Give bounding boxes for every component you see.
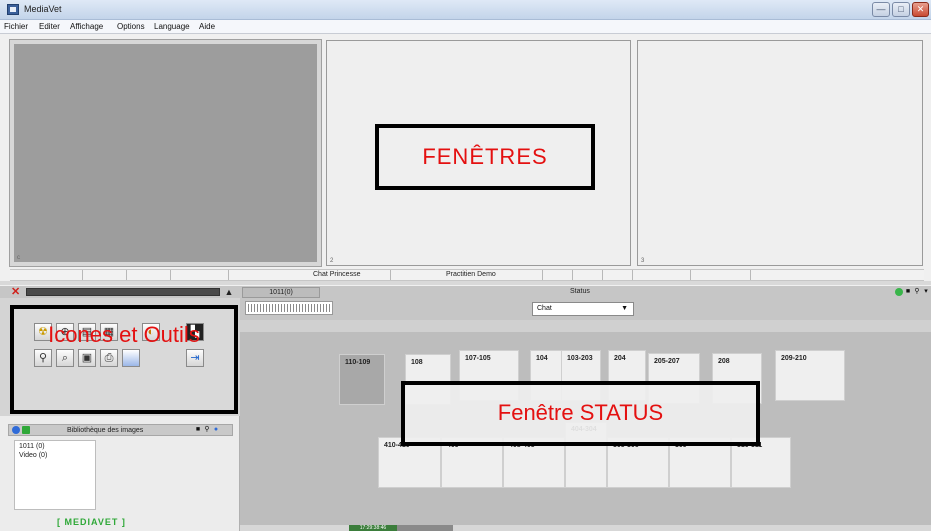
chevron-down-icon: ▼ <box>621 305 628 312</box>
room-label: 104 <box>536 355 548 362</box>
tools-panel: ☢ ⊕ ▤ ▦ ◐ ▚ ⚲ ⌕ ▣ ⎙ ⇥ Icones et Outils <box>0 298 240 416</box>
status-search-input[interactable] <box>245 301 333 315</box>
status-bar: 17:29:38:46 <box>240 525 931 531</box>
divider <box>82 270 83 280</box>
menu-editer[interactable]: Editer <box>39 22 60 31</box>
image-library-header: Bibliothèque des images ■ ⚲ ● <box>8 424 233 436</box>
progress-bar <box>26 288 220 296</box>
patient-name: Chat Princesse <box>313 271 361 278</box>
title-bar: MediaVet — □ ✕ <box>0 0 931 20</box>
species-select-value: Chat <box>537 305 552 312</box>
room-card[interactable]: 209-210 <box>775 350 845 401</box>
list-item[interactable]: 1011 (0) <box>15 441 95 450</box>
scan-icon[interactable]: ▣ <box>78 349 96 367</box>
input-pattern <box>248 304 330 312</box>
clock-display: 17:29:38:46 <box>349 525 397 531</box>
globe-icon[interactable] <box>12 426 20 434</box>
maximize-button[interactable]: □ <box>892 2 910 17</box>
close-panel-icon[interactable]: ✕ <box>11 287 21 298</box>
stop-icon[interactable]: ■ <box>904 288 912 296</box>
pane-marker: 3 <box>641 258 645 264</box>
image-library-list: 1011 (0) Video (0) <box>14 440 96 510</box>
status-toolbar-icons: ■ ⚲ ▾ <box>895 287 929 297</box>
divider <box>602 270 603 280</box>
divider <box>170 270 171 280</box>
windows-annotation-label: FENÊTRES <box>422 144 548 169</box>
image-library-title: Bibliothèque des images <box>67 427 144 434</box>
tools-annotation-box: ☢ ⊕ ▤ ▦ ◐ ▚ ⚲ ⌕ ▣ ⎙ ⇥ Icones et Outils <box>10 305 238 414</box>
menu-aide[interactable]: Aide <box>199 22 215 31</box>
room-label: 108 <box>411 359 423 366</box>
menu-fichier[interactable]: Fichier <box>4 22 28 31</box>
viewer-info-strip: Chat Princesse Practitien Demo <box>10 269 924 281</box>
info-icon[interactable]: ● <box>212 426 220 434</box>
room-label: 209-210 <box>781 355 807 362</box>
room-label: 208 <box>718 358 730 365</box>
pane-marker: c <box>17 255 20 261</box>
menu-bar: Fichier Editer Affichage Options Languag… <box>0 20 931 34</box>
tools-annotation-label: Icones et Outils <box>48 322 200 347</box>
exit-icon[interactable]: ⇥ <box>186 349 204 367</box>
divider <box>0 281 931 285</box>
gradient-icon[interactable] <box>122 349 140 367</box>
divider <box>572 270 573 280</box>
list-item[interactable]: Video (0) <box>15 450 95 459</box>
practitioner-name: Practitien Demo <box>446 271 496 278</box>
minimize-button[interactable]: — <box>872 2 890 17</box>
search-icon[interactable]: ⚲ <box>203 426 211 434</box>
room-label: 107-105 <box>465 355 491 362</box>
brand-logo: [ MEDIAVET ] <box>57 517 126 527</box>
image-library-panel: Bibliothèque des images ■ ⚲ ● 1011 (0) V… <box>0 416 240 531</box>
divider <box>542 270 543 280</box>
chevron-down-icon[interactable]: ▾ <box>922 288 930 296</box>
divider <box>126 270 127 280</box>
panel-toolbar: ✕ ▲ 1011(0) Status ■ ⚲ ▾ <box>0 286 931 298</box>
status-panel: Chat ▼ 110-109 108 107-105 104 103-203 2… <box>240 298 931 525</box>
search-icon[interactable]: ⚲ <box>913 288 921 296</box>
status-bar-segment <box>397 525 453 531</box>
room-card[interactable]: 110-109 <box>339 354 385 405</box>
room-label: 205-207 <box>654 358 680 365</box>
search-icon[interactable]: ⚲ <box>34 349 52 367</box>
pane-marker: 2 <box>330 258 334 264</box>
menu-affichage[interactable]: Affichage <box>70 22 103 31</box>
status-filter-bar: Chat ▼ <box>240 298 931 320</box>
room-label: 110-109 <box>345 359 371 366</box>
divider <box>690 270 691 280</box>
divider <box>750 270 751 280</box>
menu-language[interactable]: Language <box>154 22 190 31</box>
delete-icon[interactable]: ■ <box>194 426 202 434</box>
divider <box>632 270 633 280</box>
app-icon <box>7 4 19 15</box>
magnifier-icon[interactable]: ⌕ <box>56 349 74 367</box>
status-annotation-box: Fenêtre STATUS <box>401 381 760 446</box>
app-window: MediaVet — □ ✕ Fichier Editer Affichage … <box>0 0 931 531</box>
status-subbar <box>240 320 931 332</box>
divider <box>228 270 229 280</box>
online-icon[interactable] <box>895 288 903 296</box>
status-annotation-label: Fenêtre STATUS <box>497 400 664 425</box>
room-label: 103-203 <box>567 355 593 362</box>
divider <box>390 270 391 280</box>
windows-annotation-box: FENÊTRES <box>375 124 595 190</box>
viewer-pane-3[interactable]: 3 <box>637 40 923 266</box>
close-button[interactable]: ✕ <box>912 2 929 17</box>
collapse-icon[interactable]: ▲ <box>224 287 234 297</box>
window-title: MediaVet <box>24 4 62 14</box>
species-select[interactable]: Chat ▼ <box>532 302 634 316</box>
room-label: 204 <box>614 355 626 362</box>
refresh-icon[interactable] <box>22 426 30 434</box>
print-icon[interactable]: ⎙ <box>100 349 118 367</box>
viewer-pane-1[interactable]: c <box>9 39 322 267</box>
status-title: Status <box>570 288 590 295</box>
menu-options[interactable]: Options <box>117 22 145 31</box>
tab-1011[interactable]: 1011(0) <box>242 287 320 298</box>
